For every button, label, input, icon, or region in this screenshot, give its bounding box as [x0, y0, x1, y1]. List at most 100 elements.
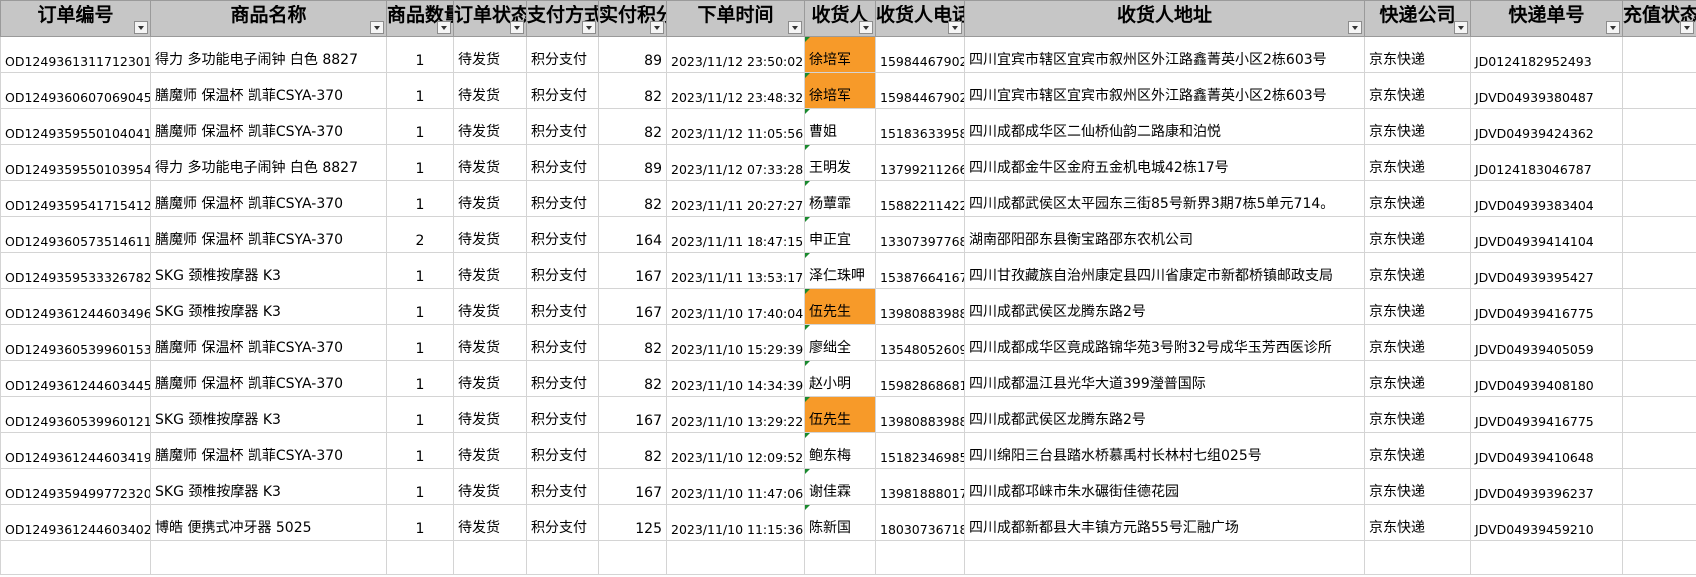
cell-pay[interactable]: 积分支付: [526, 504, 599, 541]
cell-address[interactable]: 四川宜宾市辖区宜宾市叙州区外江路鑫菁英小区2栋603号: [964, 72, 1365, 109]
cell-pay[interactable]: 积分支付: [526, 468, 599, 505]
empty-cell[interactable]: [1364, 540, 1471, 575]
cell-pay[interactable]: 积分支付: [526, 360, 599, 397]
cell-qty[interactable]: 1: [386, 252, 454, 289]
cell-address[interactable]: 四川绵阳三台县踏水桥慕禹村长林村七组025号: [964, 432, 1365, 469]
cell-status[interactable]: 待发货: [453, 504, 527, 541]
cell-tracking[interactable]: JDVD04939380487: [1470, 72, 1623, 109]
cell-name[interactable]: 曹姐: [804, 108, 876, 145]
cell-tracking[interactable]: JDVD04939424362: [1470, 108, 1623, 145]
cell-points[interactable]: 82: [598, 108, 667, 145]
cell-qty[interactable]: 1: [386, 396, 454, 433]
cell-status[interactable]: 待发货: [453, 396, 527, 433]
cell-order-no[interactable]: OD1249360607069045: [0, 72, 151, 109]
cell-product[interactable]: 膳魔师 保温杯 凯菲CSYA-370: [150, 216, 387, 253]
cell-phone[interactable]: 13548052609: [875, 324, 965, 361]
empty-cell[interactable]: [526, 540, 599, 575]
cell-pay[interactable]: 积分支付: [526, 72, 599, 109]
cell-product[interactable]: SKG 颈椎按摩器 K3: [150, 396, 387, 433]
cell-pay[interactable]: 积分支付: [526, 324, 599, 361]
cell-order-no[interactable]: OD1249361311712301: [0, 36, 151, 73]
cell-name[interactable]: 伍先生: [804, 396, 876, 433]
cell-points[interactable]: 89: [598, 36, 667, 73]
cell-address[interactable]: 四川成都武侯区龙腾东路2号: [964, 396, 1365, 433]
cell-product[interactable]: 膳魔师 保温杯 凯菲CSYA-370: [150, 108, 387, 145]
cell-product[interactable]: 博皓 便携式冲牙器 5025: [150, 504, 387, 541]
cell-product[interactable]: SKG 颈椎按摩器 K3: [150, 468, 387, 505]
cell-time[interactable]: 2023/11/12 23:50:02: [666, 36, 805, 73]
cell-product[interactable]: 得力 多功能电子闹钟 白色 8827: [150, 36, 387, 73]
cell-phone[interactable]: 15182346985: [875, 432, 965, 469]
cell-time[interactable]: 2023/11/12 23:48:32: [666, 72, 805, 109]
cell-recharge[interactable]: [1622, 216, 1696, 253]
filter-dropdown-icon[interactable]: [948, 21, 962, 34]
cell-pay[interactable]: 积分支付: [526, 216, 599, 253]
cell-tracking[interactable]: JD0124183046787: [1470, 144, 1623, 181]
cell-tracking[interactable]: JDVD04939405059: [1470, 324, 1623, 361]
cell-name[interactable]: 谢佳霖: [804, 468, 876, 505]
cell-order-no[interactable]: OD1249361244603402: [0, 504, 151, 541]
cell-order-no[interactable]: OD1249360539960121: [0, 396, 151, 433]
cell-points[interactable]: 82: [598, 72, 667, 109]
cell-address[interactable]: 四川成都邛崃市朱水碾街佳德花园: [964, 468, 1365, 505]
cell-name[interactable]: 赵小明: [804, 360, 876, 397]
cell-status[interactable]: 待发货: [453, 288, 527, 325]
cell-recharge[interactable]: [1622, 252, 1696, 289]
cell-courier[interactable]: 京东快递: [1364, 252, 1471, 289]
filter-dropdown-icon[interactable]: [859, 21, 873, 34]
cell-order-no[interactable]: OD1249361244603445: [0, 360, 151, 397]
filter-dropdown-icon[interactable]: [1348, 21, 1362, 34]
cell-time[interactable]: 2023/11/10 14:34:39: [666, 360, 805, 397]
cell-courier[interactable]: 京东快递: [1364, 468, 1471, 505]
cell-name[interactable]: 徐培军: [804, 36, 876, 73]
cell-courier[interactable]: 京东快递: [1364, 72, 1471, 109]
cell-time[interactable]: 2023/11/10 13:29:22: [666, 396, 805, 433]
cell-time[interactable]: 2023/11/12 07:33:28: [666, 144, 805, 181]
cell-points[interactable]: 89: [598, 144, 667, 181]
cell-address[interactable]: 四川宜宾市辖区宜宾市叙州区外江路鑫菁英小区2栋603号: [964, 36, 1365, 73]
cell-name[interactable]: 杨蕈霏: [804, 180, 876, 217]
cell-courier[interactable]: 京东快递: [1364, 288, 1471, 325]
cell-phone[interactable]: 15183633958: [875, 108, 965, 145]
cell-pay[interactable]: 积分支付: [526, 288, 599, 325]
cell-order-no[interactable]: OD1249359541715412: [0, 180, 151, 217]
filter-dropdown-icon[interactable]: [788, 21, 802, 34]
cell-recharge[interactable]: [1622, 288, 1696, 325]
cell-address[interactable]: 四川成都武侯区太平园东三街85号新界3期7栋5单元714。: [964, 180, 1365, 217]
cell-name[interactable]: 廖绌全: [804, 324, 876, 361]
cell-qty[interactable]: 1: [386, 360, 454, 397]
filter-dropdown-icon[interactable]: [510, 21, 524, 34]
cell-courier[interactable]: 京东快递: [1364, 144, 1471, 181]
cell-status[interactable]: 待发货: [453, 360, 527, 397]
cell-courier[interactable]: 京东快递: [1364, 324, 1471, 361]
filter-dropdown-icon[interactable]: [1606, 21, 1620, 34]
cell-time[interactable]: 2023/11/10 15:29:39: [666, 324, 805, 361]
cell-phone[interactable]: 13799211266: [875, 144, 965, 181]
cell-points[interactable]: 82: [598, 360, 667, 397]
cell-points[interactable]: 167: [598, 396, 667, 433]
cell-product[interactable]: 得力 多功能电子闹钟 白色 8827: [150, 144, 387, 181]
cell-tracking[interactable]: JDVD04939416775: [1470, 396, 1623, 433]
cell-product[interactable]: 膳魔师 保温杯 凯菲CSYA-370: [150, 324, 387, 361]
filter-dropdown-icon[interactable]: [582, 21, 596, 34]
cell-qty[interactable]: 1: [386, 108, 454, 145]
cell-address[interactable]: 四川成都成华区二仙桥仙韵二路康和泊悦: [964, 108, 1365, 145]
cell-points[interactable]: 82: [598, 324, 667, 361]
filter-dropdown-icon[interactable]: [1680, 21, 1694, 34]
cell-points[interactable]: 82: [598, 180, 667, 217]
cell-name[interactable]: 申正宜: [804, 216, 876, 253]
cell-address[interactable]: 四川成都成华区竟成路锦华苑3号附32号成华玉芳西医诊所: [964, 324, 1365, 361]
cell-tracking[interactable]: JDVD04939408180: [1470, 360, 1623, 397]
cell-recharge[interactable]: [1622, 180, 1696, 217]
cell-order-no[interactable]: OD1249359533326782: [0, 252, 151, 289]
cell-time[interactable]: 2023/11/10 11:15:36: [666, 504, 805, 541]
cell-order-no[interactable]: OD1249361244603496: [0, 288, 151, 325]
cell-phone[interactable]: 15387664167: [875, 252, 965, 289]
empty-cell[interactable]: [150, 540, 387, 575]
cell-recharge[interactable]: [1622, 324, 1696, 361]
cell-recharge[interactable]: [1622, 468, 1696, 505]
cell-status[interactable]: 待发货: [453, 144, 527, 181]
cell-name[interactable]: 徐培军: [804, 72, 876, 109]
cell-order-no[interactable]: OD1249361244603419: [0, 432, 151, 469]
empty-cell[interactable]: [964, 540, 1365, 575]
